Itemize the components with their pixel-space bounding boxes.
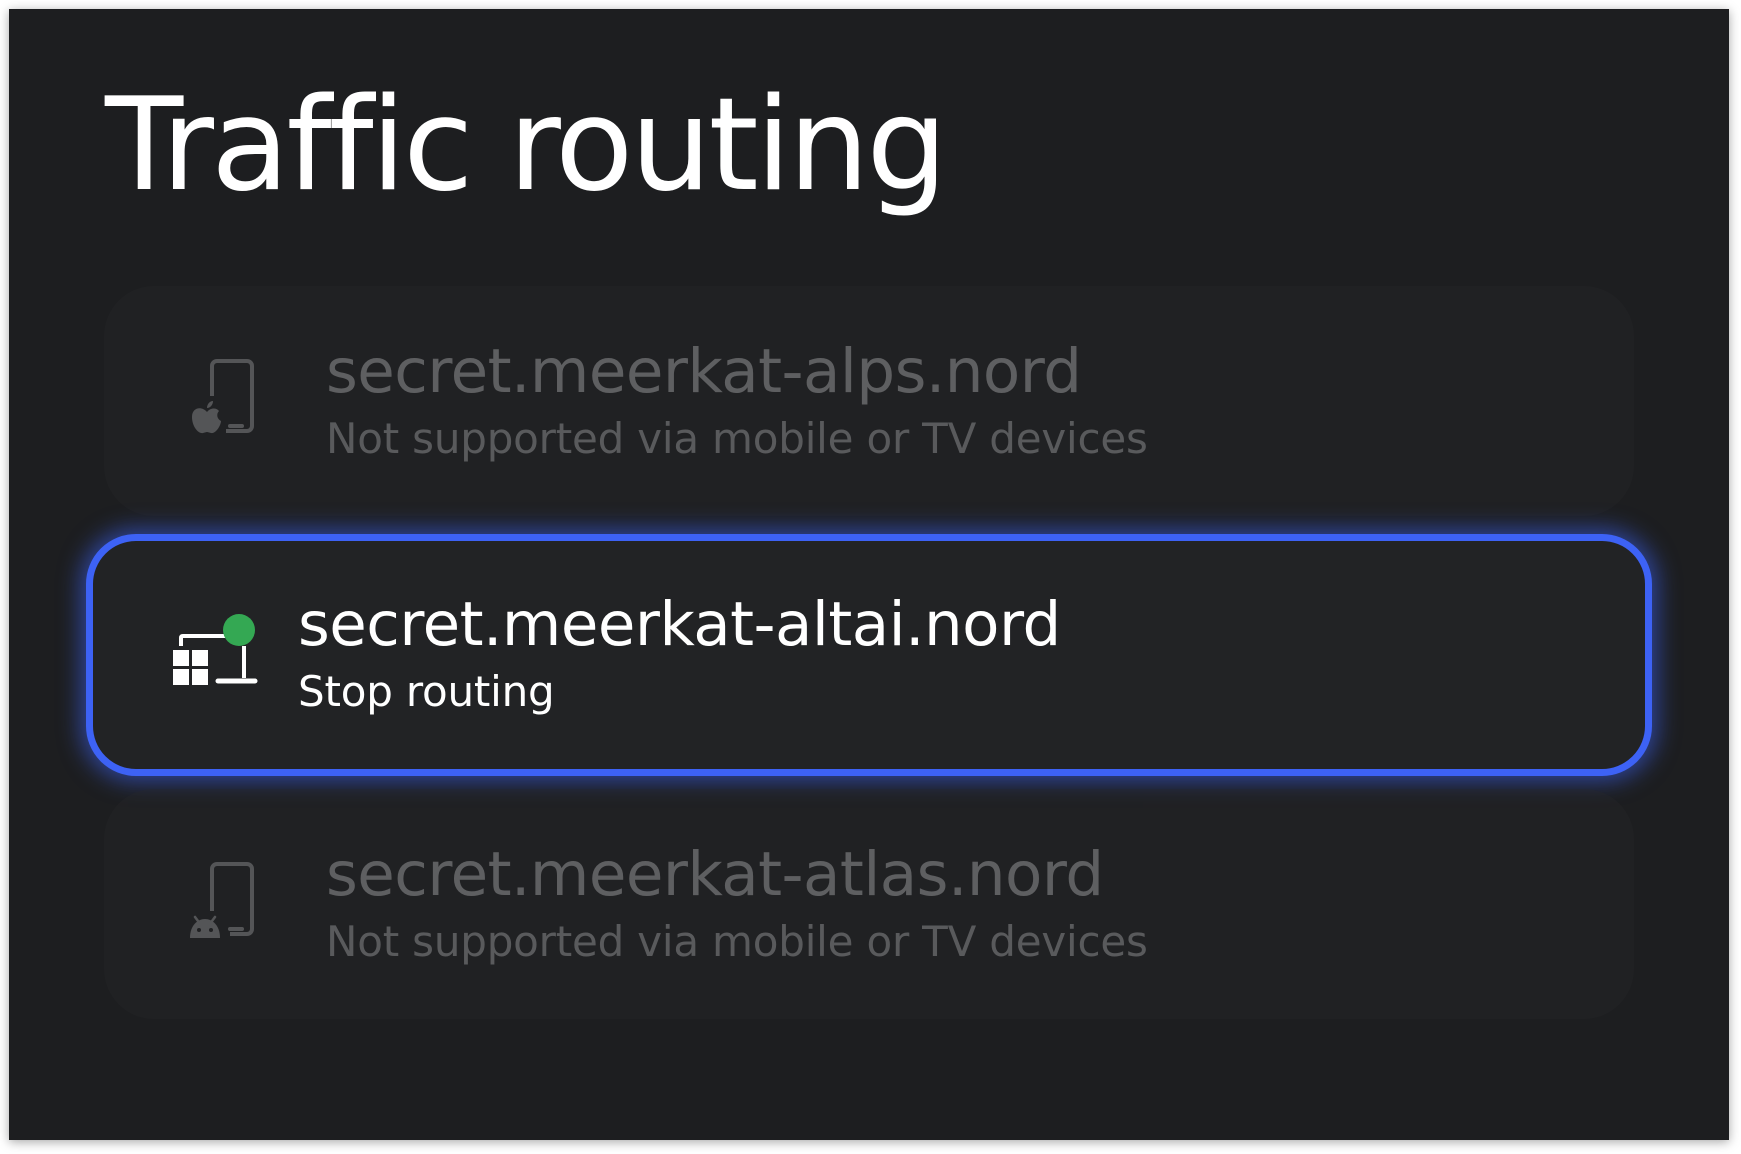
device-name: secret.meerkat-altai.nord xyxy=(298,589,1061,660)
page-title: Traffic routing xyxy=(105,71,948,220)
traffic-routing-panel: Traffic routing secret.meerkat-alps.nord… xyxy=(9,9,1729,1140)
device-item-atlas[interactable]: secret.meerkat-atlas.nord Not supported … xyxy=(104,789,1634,1019)
windows-routing-icon xyxy=(173,614,258,685)
device-status: Not supported via mobile or TV devices xyxy=(326,414,1148,463)
status-indicator xyxy=(223,614,255,646)
device-name: secret.meerkat-atlas.nord xyxy=(326,839,1104,910)
device-status: Not supported via mobile or TV devices xyxy=(326,917,1148,966)
device-name: secret.meerkat-alps.nord xyxy=(326,336,1082,407)
stop-routing-label: Stop routing xyxy=(298,667,555,716)
apple-phone-icon xyxy=(188,359,254,438)
device-item-alps[interactable]: secret.meerkat-alps.nord Not supported v… xyxy=(104,286,1634,516)
android-phone-icon xyxy=(186,862,254,945)
device-item-altai[interactable]: secret.meerkat-altai.nord Stop routing xyxy=(86,534,1652,776)
